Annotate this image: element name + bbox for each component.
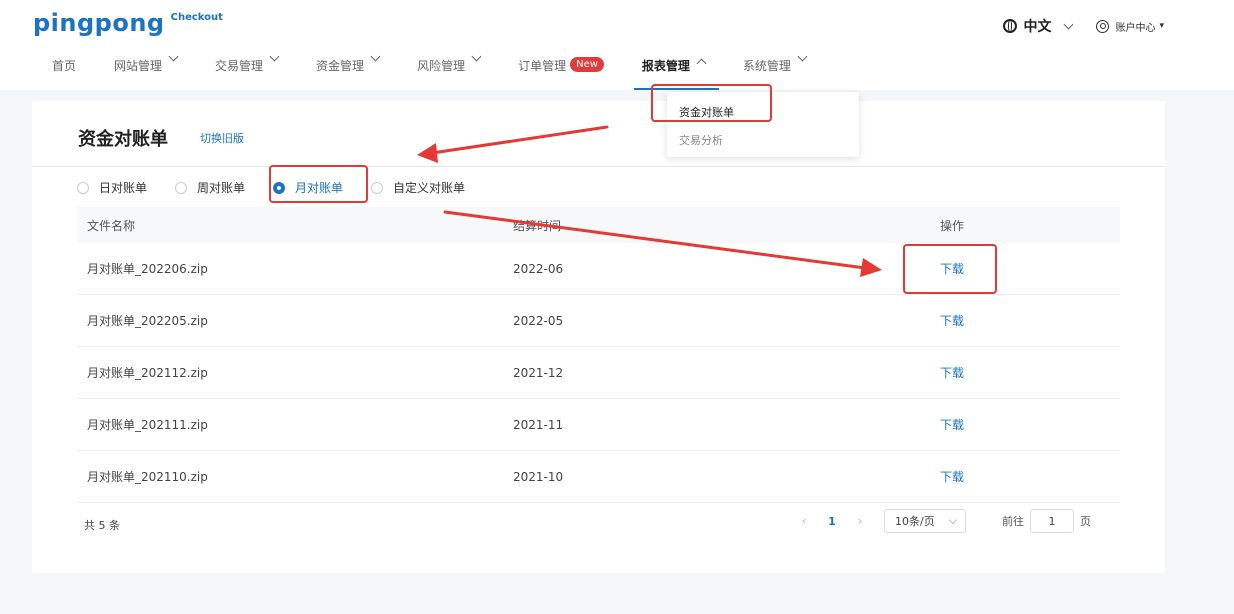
page-title: 资金对账单 bbox=[78, 129, 168, 150]
download-link[interactable]: 下载 bbox=[940, 366, 964, 380]
statement-table: 文件名称 结算时间 操作 月对账单_202206.zip 2022-06 下载 … bbox=[77, 207, 1120, 503]
next-page-icon[interactable]: › bbox=[850, 514, 870, 528]
user-icon bbox=[1096, 19, 1110, 33]
header-action: 操作 bbox=[940, 218, 965, 233]
nav-item-label: 报表管理 bbox=[641, 59, 690, 73]
chevron-down-icon bbox=[948, 515, 958, 525]
radio-circle-icon bbox=[77, 181, 89, 194]
account-center-menu[interactable]: 账户中心 ▾ bbox=[1096, 19, 1164, 34]
nav-item-risk[interactable]: 风险管理 bbox=[417, 51, 482, 90]
chevron-down-icon bbox=[797, 51, 808, 62]
radio-circle-icon bbox=[371, 181, 384, 194]
header-settlement-time: 结算时间 bbox=[513, 218, 562, 233]
nav-item-orders[interactable]: 订单管理 New bbox=[518, 52, 604, 90]
settlement-time-cell: 2021-11 bbox=[513, 417, 564, 432]
table-row: 月对账单_202110.zip 2021-10 下载 bbox=[77, 451, 1120, 503]
chevron-up-icon bbox=[696, 58, 707, 69]
goto-page: 前往 页 bbox=[1002, 509, 1091, 533]
settlement-time-cell: 2021-12 bbox=[513, 365, 564, 380]
logo-text: pingpong bbox=[33, 9, 165, 37]
nav-item-label: 订单管理 bbox=[518, 59, 567, 73]
nav-item-funds[interactable]: 资金管理 bbox=[316, 51, 381, 90]
nav-item-label: 风险管理 bbox=[417, 59, 466, 73]
chevron-down-icon bbox=[370, 51, 381, 62]
file-name-cell: 月对账单_202112.zip bbox=[87, 366, 208, 380]
pagination: ‹ 1 › 10条/页 前往 页 bbox=[794, 509, 1091, 533]
radio-circle-icon bbox=[175, 181, 188, 194]
dropdown-item-fund-statement[interactable]: 资金对账单 bbox=[679, 104, 734, 120]
radio-checked-icon bbox=[273, 181, 286, 194]
main-nav: 首页 网站管理 交易管理 资金管理 风险管理 订单管理 New 报表管理 系统管… bbox=[52, 51, 844, 90]
radio-label: 周对账单 bbox=[197, 181, 246, 195]
page-size-value: 10条/页 bbox=[895, 515, 935, 528]
radio-custom[interactable]: 自定义对账单 bbox=[371, 179, 465, 196]
nav-item-home[interactable]: 首页 bbox=[52, 52, 76, 90]
total-count: 共 5 条 bbox=[84, 519, 120, 532]
page-size-select[interactable]: 10条/页 bbox=[884, 509, 966, 533]
radio-label: 自定义对账单 bbox=[393, 181, 466, 195]
chevron-down-icon bbox=[1064, 19, 1074, 29]
table-header: 文件名称 结算时间 操作 bbox=[77, 207, 1120, 243]
chevron-down-icon bbox=[168, 51, 179, 62]
page-number-current[interactable]: 1 bbox=[814, 515, 850, 528]
language-selector[interactable]: 中文 bbox=[1003, 16, 1074, 36]
file-name-cell: 月对账单_202111.zip bbox=[87, 418, 208, 432]
prev-page-icon[interactable]: ‹ bbox=[794, 514, 814, 528]
caret-down-icon: ▾ bbox=[1159, 21, 1164, 31]
top-header: pingpong Checkout 中文 账户中心 ▾ 首页 网站管理 交易管理… bbox=[0, 0, 1234, 90]
nav-item-label: 首页 bbox=[52, 59, 77, 73]
download-link[interactable]: 下载 bbox=[940, 470, 964, 484]
nav-item-label: 网站管理 bbox=[114, 59, 163, 73]
nav-item-website[interactable]: 网站管理 bbox=[114, 51, 179, 90]
account-label: 账户中心 bbox=[1115, 22, 1156, 34]
page-unit-label: 页 bbox=[1080, 515, 1091, 528]
radio-daily[interactable]: 日对账单 bbox=[77, 179, 147, 196]
divider bbox=[32, 166, 1165, 167]
globe-icon bbox=[1003, 19, 1018, 33]
radio-label: 日对账单 bbox=[99, 181, 148, 195]
language-label: 中文 bbox=[1023, 19, 1052, 35]
settlement-time-cell: 2021-10 bbox=[513, 469, 564, 484]
table-row: 月对账单_202112.zip 2021-12 下载 bbox=[77, 347, 1120, 399]
download-link[interactable]: 下载 bbox=[940, 314, 964, 328]
nav-item-system[interactable]: 系统管理 bbox=[742, 51, 808, 90]
nav-item-label: 交易管理 bbox=[215, 59, 264, 73]
download-link[interactable]: 下载 bbox=[940, 418, 964, 432]
table-row: 月对账单_202111.zip 2021-11 下载 bbox=[77, 399, 1120, 451]
radio-label: 月对账单 bbox=[295, 181, 344, 195]
switch-old-version-link[interactable]: 切换旧版 bbox=[200, 130, 244, 146]
file-name-cell: 月对账单_202206.zip bbox=[87, 262, 208, 276]
nav-item-label: 系统管理 bbox=[742, 59, 791, 73]
statement-type-radio-group: 日对账单 周对账单 月对账单 自定义对账单 bbox=[77, 179, 493, 196]
logo[interactable]: pingpong Checkout bbox=[33, 8, 223, 38]
settlement-time-cell: 2022-06 bbox=[513, 261, 564, 276]
file-name-cell: 月对账单_202205.zip bbox=[87, 314, 208, 328]
table-row: 月对账单_202206.zip 2022-06 下载 bbox=[77, 243, 1120, 295]
header-file-name: 文件名称 bbox=[87, 218, 136, 233]
goto-page-input[interactable] bbox=[1030, 509, 1074, 533]
chevron-down-icon bbox=[471, 51, 482, 62]
nav-item-label: 资金管理 bbox=[316, 59, 365, 73]
download-link[interactable]: 下载 bbox=[940, 262, 964, 276]
nav-item-reports[interactable]: 报表管理 bbox=[633, 52, 719, 90]
radio-monthly[interactable]: 月对账单 bbox=[273, 179, 343, 196]
goto-label: 前往 bbox=[1002, 515, 1024, 528]
reports-dropdown-menu: 资金对账单 交易分析 bbox=[667, 92, 859, 157]
statement-card: 资金对账单 切换旧版 日对账单 周对账单 月对账单 自定义对账单 文件名称 结算… bbox=[32, 101, 1165, 573]
dropdown-item-transaction-analysis[interactable]: 交易分析 bbox=[679, 132, 723, 148]
nav-item-transactions[interactable]: 交易管理 bbox=[215, 51, 280, 90]
header-actions: 中文 账户中心 ▾ bbox=[1003, 16, 1164, 36]
file-name-cell: 月对账单_202110.zip bbox=[87, 470, 208, 484]
radio-weekly[interactable]: 周对账单 bbox=[175, 179, 245, 196]
new-badge: New bbox=[570, 57, 604, 72]
logo-subtext: Checkout bbox=[170, 12, 223, 23]
settlement-time-cell: 2022-05 bbox=[513, 313, 564, 328]
chevron-down-icon bbox=[269, 51, 280, 62]
table-row: 月对账单_202205.zip 2022-05 下载 bbox=[77, 295, 1120, 347]
